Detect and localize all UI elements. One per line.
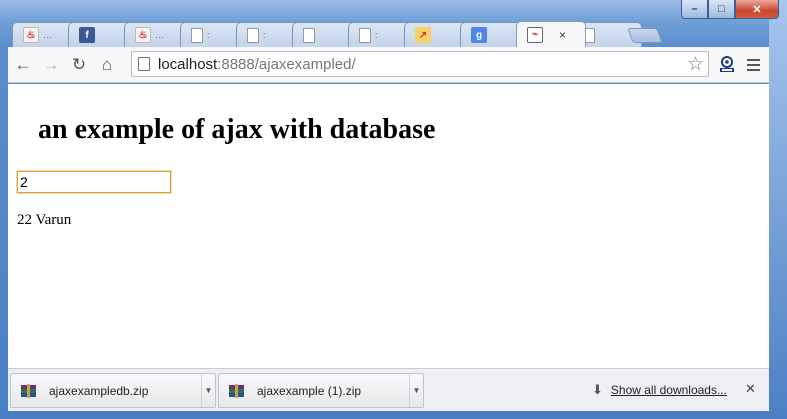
- show-all-downloads-link[interactable]: Show all downloads...: [611, 383, 727, 397]
- java-icon: ♨: [135, 27, 151, 43]
- forward-arrow-icon[interactable]: →: [38, 52, 64, 78]
- window-controls: – □ ✕: [681, 0, 779, 20]
- tab-title: :: [207, 30, 210, 40]
- id-input[interactable]: [16, 170, 172, 194]
- download-item[interactable]: ajaxexample (1).zip ▼: [218, 373, 424, 408]
- chart-icon: ↗: [415, 27, 431, 43]
- page-icon: [359, 27, 371, 43]
- new-tab-button[interactable]: [627, 28, 663, 43]
- tab-title: :: [375, 30, 378, 40]
- back-arrow-icon[interactable]: ←: [10, 52, 36, 78]
- download-filename: ajaxexampledb.zip: [49, 383, 149, 398]
- page-icon: [303, 27, 315, 43]
- close-icon[interactable]: ✕: [745, 381, 756, 397]
- bookmark-star-icon[interactable]: ☆: [687, 53, 704, 76]
- google-icon: g: [471, 27, 487, 43]
- address-bar[interactable]: localhost:8888/ajaxexampled/ ☆: [131, 51, 709, 77]
- url-host: localhost: [158, 55, 218, 73]
- window-frame-right: [769, 0, 787, 419]
- zip-archive-icon: [228, 382, 246, 400]
- page-icon: [138, 57, 150, 71]
- tab-title: …: [43, 30, 52, 40]
- page-icon: [247, 27, 259, 43]
- toolbar: ← → ↻ ⌂ localhost:8888/ajaxexampled/ ☆: [8, 47, 769, 83]
- result-text: 22 Varun: [17, 212, 72, 228]
- download-filename: ajaxexample (1).zip: [257, 383, 362, 398]
- download-item[interactable]: ajaxexampledb.zip ▼: [10, 373, 216, 408]
- tab-close-icon[interactable]: ×: [559, 28, 566, 42]
- download-arrow-icon: ⬇: [592, 382, 603, 397]
- java-icon: ♨: [23, 27, 39, 43]
- home-icon[interactable]: ⌂: [94, 52, 120, 78]
- page-heading: an example of ajax with database: [38, 114, 436, 145]
- tab-title: …: [155, 30, 164, 40]
- window-frame-bottom: [0, 411, 787, 419]
- close-window-button[interactable]: ✕: [735, 0, 779, 19]
- zip-archive-icon: [20, 382, 38, 400]
- page-icon: [191, 27, 203, 43]
- minimize-button[interactable]: –: [681, 0, 708, 19]
- chevron-down-icon[interactable]: ▼: [201, 374, 215, 407]
- page-content: an example of ajax with database 22 Varu…: [8, 84, 769, 368]
- show-all-downloads[interactable]: ⬇ Show all downloads...: [592, 382, 727, 398]
- url-path: :8888/ajaxexampled/: [217, 55, 356, 73]
- maximize-button[interactable]: □: [708, 0, 735, 19]
- image-icon: ⌁: [527, 26, 543, 43]
- tab-active[interactable]: ⌁ ×: [516, 21, 586, 47]
- facebook-icon: f: [79, 27, 95, 43]
- reload-icon[interactable]: ↻: [66, 52, 92, 78]
- chevron-down-icon[interactable]: ▼: [409, 374, 423, 407]
- extension-icon[interactable]: [714, 52, 740, 78]
- menu-icon[interactable]: [740, 52, 766, 78]
- tab-title: :: [263, 30, 266, 40]
- download-shelf: ajaxexampledb.zip ▼ ajaxexample (1).zip …: [8, 368, 769, 411]
- tab-strip: ♨ … f ♨ … : : : ↗ g ⌁ ×: [8, 20, 768, 47]
